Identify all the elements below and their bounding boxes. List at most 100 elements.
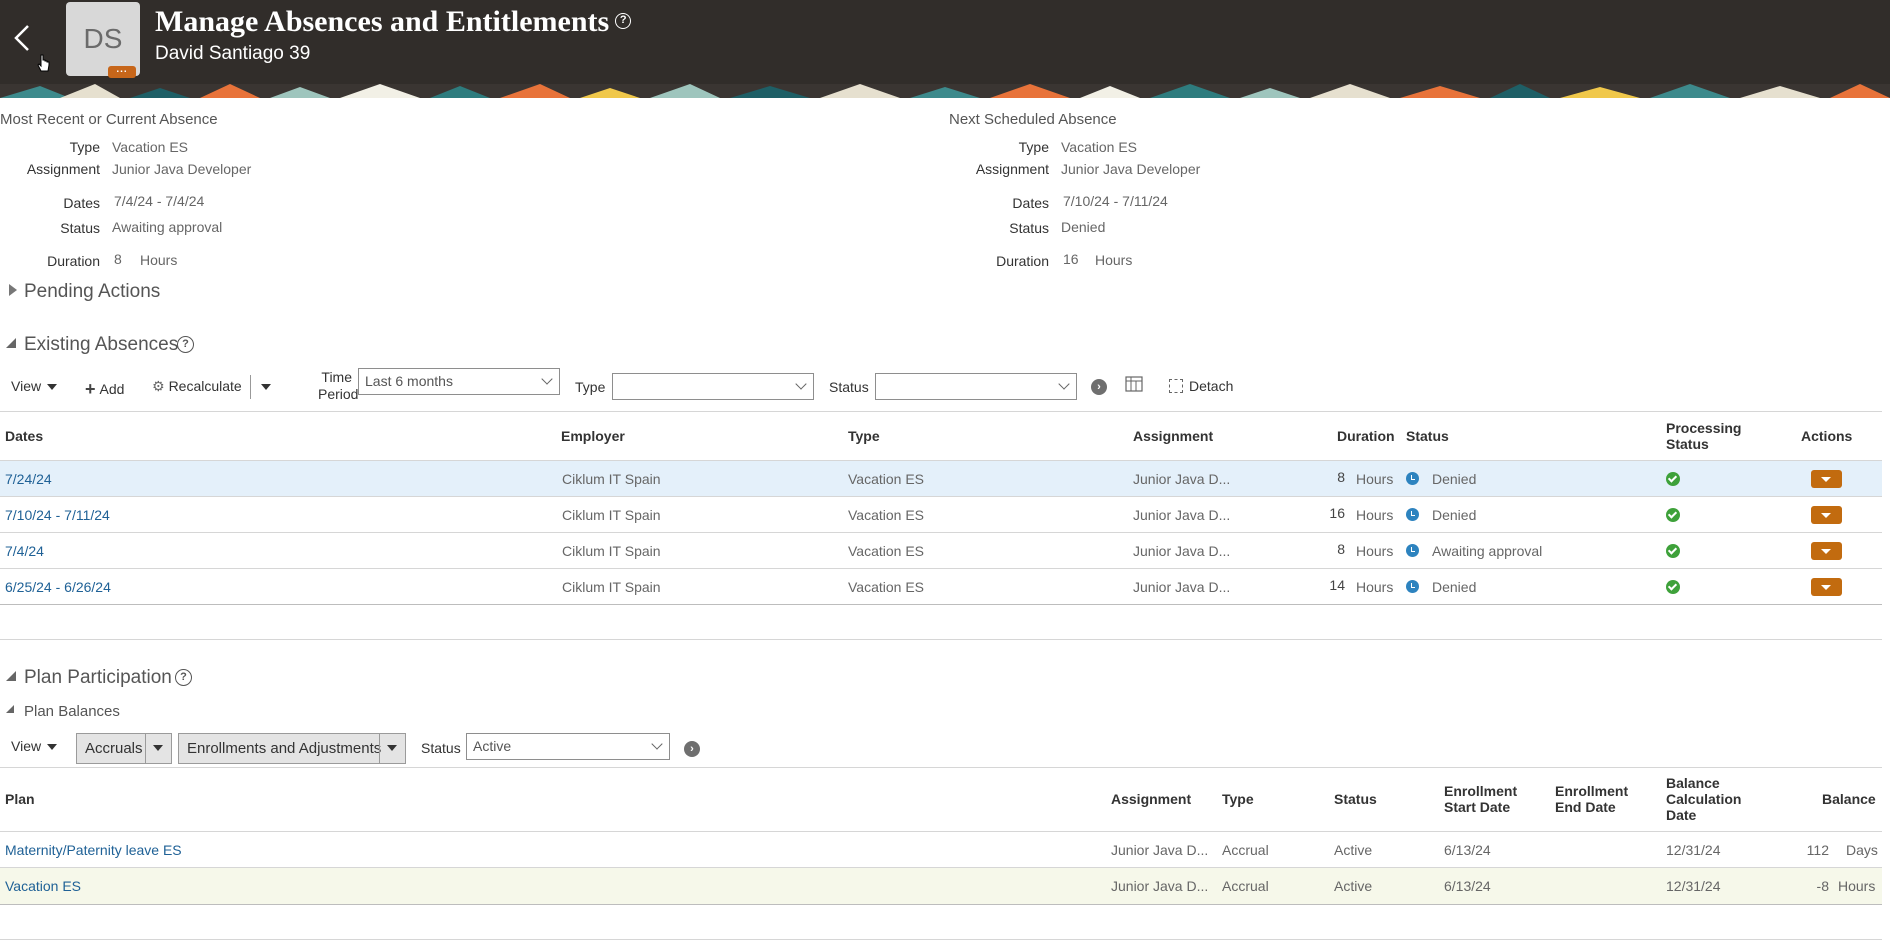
add-button[interactable]: + Add: [85, 378, 124, 399]
col-dates[interactable]: Dates: [5, 428, 43, 444]
next-status-value: Denied: [1061, 219, 1106, 235]
go-arrow-icon[interactable]: ›: [1091, 379, 1107, 395]
row-actions-button[interactable]: [1811, 542, 1842, 560]
current-assignment-value: Junior Java Developer: [112, 161, 252, 177]
plan-row-calc-date: 12/31/24: [1666, 842, 1721, 858]
status-filter-select[interactable]: [875, 373, 1077, 400]
col-plan[interactable]: Plan: [5, 791, 35, 807]
avatar-initials: DS: [83, 23, 123, 54]
next-type-label: Type: [1018, 139, 1049, 155]
col-plan-type[interactable]: Type: [1222, 791, 1254, 807]
current-duration-label: Duration: [47, 253, 100, 269]
current-duration-unit: Hours: [140, 252, 178, 268]
recalculate-button[interactable]: ⚙ Recalculate: [152, 378, 242, 395]
row-type: Vacation ES: [848, 579, 925, 595]
col-duration[interactable]: Duration: [1337, 428, 1395, 444]
page-header: DS ... Manage Absences and Entitlements?…: [0, 0, 1890, 84]
recalculate-more-button[interactable]: [255, 378, 271, 394]
plan-row-assignment: Junior Java D...: [1111, 878, 1209, 894]
enrollments-button-label: Enrollments and Adjustments: [187, 740, 382, 757]
row-duration-unit: Hours: [1356, 579, 1394, 595]
col-processing-status[interactable]: Processing Status: [1666, 420, 1741, 452]
plan-row-type: Accrual: [1222, 842, 1269, 858]
col-status[interactable]: Status: [1406, 428, 1449, 444]
row-status: Denied: [1432, 579, 1477, 595]
clock-icon: [1406, 544, 1419, 557]
back-arrow-icon[interactable]: [8, 20, 36, 56]
existing-help-icon[interactable]: ?: [177, 336, 194, 353]
row-assignment: Junior Java D...: [1133, 579, 1231, 595]
col-balance-calc-date[interactable]: Balance Calculation Date: [1666, 775, 1741, 823]
plan-balances-heading: Plan Balances: [24, 703, 120, 720]
mouse-pointer-icon: [37, 54, 50, 72]
row-actions-button[interactable]: [1811, 470, 1842, 488]
go-arrow-icon[interactable]: ›: [684, 741, 700, 757]
current-type-label: Type: [69, 139, 100, 155]
pending-actions-heading[interactable]: Pending Actions: [24, 281, 160, 303]
col-balance[interactable]: Balance: [1822, 791, 1876, 807]
row-type: Vacation ES: [848, 543, 925, 559]
row-actions-button[interactable]: [1811, 578, 1842, 596]
clock-icon: [1406, 472, 1419, 485]
plan-name-link[interactable]: Maternity/Paternity leave ES: [5, 842, 182, 858]
col-plan-status[interactable]: Status: [1334, 791, 1377, 807]
row-type: Vacation ES: [848, 471, 925, 487]
help-icon[interactable]: ?: [615, 13, 632, 30]
col-type[interactable]: Type: [848, 428, 880, 444]
detach-icon: [1169, 379, 1183, 393]
next-assignment-label: Assignment: [975, 161, 1049, 177]
toolbar-divider: [250, 375, 251, 399]
row-dates-link[interactable]: 7/24/24: [5, 471, 52, 487]
plan-status-select[interactable]: Active: [466, 733, 670, 760]
row-actions-button[interactable]: [1811, 506, 1842, 524]
next-assignment-value: Junior Java Developer: [1061, 161, 1201, 177]
plan-view-menu[interactable]: View: [11, 738, 58, 754]
selected-row-highlight: [0, 461, 1882, 497]
row-dates-link[interactable]: 7/10/24 - 7/11/24: [5, 507, 110, 523]
time-period-select[interactable]: Last 6 months: [358, 368, 560, 395]
plan-status-label: Status: [421, 740, 461, 756]
plan-row-balance: -8: [1816, 878, 1829, 894]
plan-name-link[interactable]: Vacation ES: [5, 878, 81, 894]
row-duration: 14: [1329, 577, 1345, 593]
check-icon: [1666, 544, 1680, 558]
more-options-icon[interactable]: ...: [108, 65, 136, 78]
collapse-balances-icon[interactable]: [6, 705, 14, 713]
enrollments-dropdown-toggle[interactable]: [379, 734, 405, 763]
row-assignment: Junior Java D...: [1133, 543, 1231, 559]
detach-button-label: Detach: [1189, 378, 1234, 394]
current-absence-heading: Most Recent or Current Absence: [0, 111, 218, 128]
plan-row-balance-unit: Days: [1846, 842, 1878, 858]
accruals-dropdown-toggle[interactable]: [145, 734, 171, 763]
time-period-label-line2: Period: [318, 386, 359, 402]
collapse-existing-icon[interactable]: [6, 338, 16, 348]
collapse-plan-icon[interactable]: [6, 671, 16, 681]
hover-row-highlight: [0, 868, 1882, 904]
view-menu[interactable]: View: [11, 378, 58, 394]
row-employer: Ciklum IT Spain: [562, 579, 661, 595]
add-button-label: Add: [99, 381, 125, 397]
next-dates-label: Dates: [1012, 195, 1049, 211]
col-enrollment-end[interactable]: Enrollment End Date: [1555, 783, 1628, 815]
col-assignment[interactable]: Assignment: [1133, 428, 1213, 444]
freeze-columns-icon[interactable]: [1125, 376, 1143, 394]
expand-pending-icon[interactable]: [9, 284, 17, 296]
accruals-button[interactable]: Accruals: [76, 733, 172, 764]
table-top-border: [0, 411, 1882, 412]
plan-table-top-border: [0, 767, 1882, 768]
row-dates-link[interactable]: 7/4/24: [5, 543, 44, 559]
row-divider: [0, 568, 1882, 569]
plan-table-bottom-border: [0, 904, 1882, 905]
detach-button[interactable]: Detach: [1169, 378, 1233, 394]
enrollments-adjustments-button[interactable]: Enrollments and Adjustments: [178, 733, 406, 764]
plan-help-icon[interactable]: ?: [175, 669, 192, 686]
row-employer: Ciklum IT Spain: [562, 507, 661, 523]
col-enrollment-start[interactable]: Enrollment Start Date: [1444, 783, 1517, 815]
col-balance-calc-line1: Balance: [1666, 775, 1720, 791]
col-plan-assignment[interactable]: Assignment: [1111, 791, 1191, 807]
col-employer[interactable]: Employer: [561, 428, 625, 444]
type-filter-select[interactable]: [612, 373, 814, 400]
caret-down-icon: [387, 745, 397, 751]
avatar[interactable]: DS: [66, 2, 140, 76]
row-dates-link[interactable]: 6/25/24 - 6/26/24: [5, 579, 111, 595]
